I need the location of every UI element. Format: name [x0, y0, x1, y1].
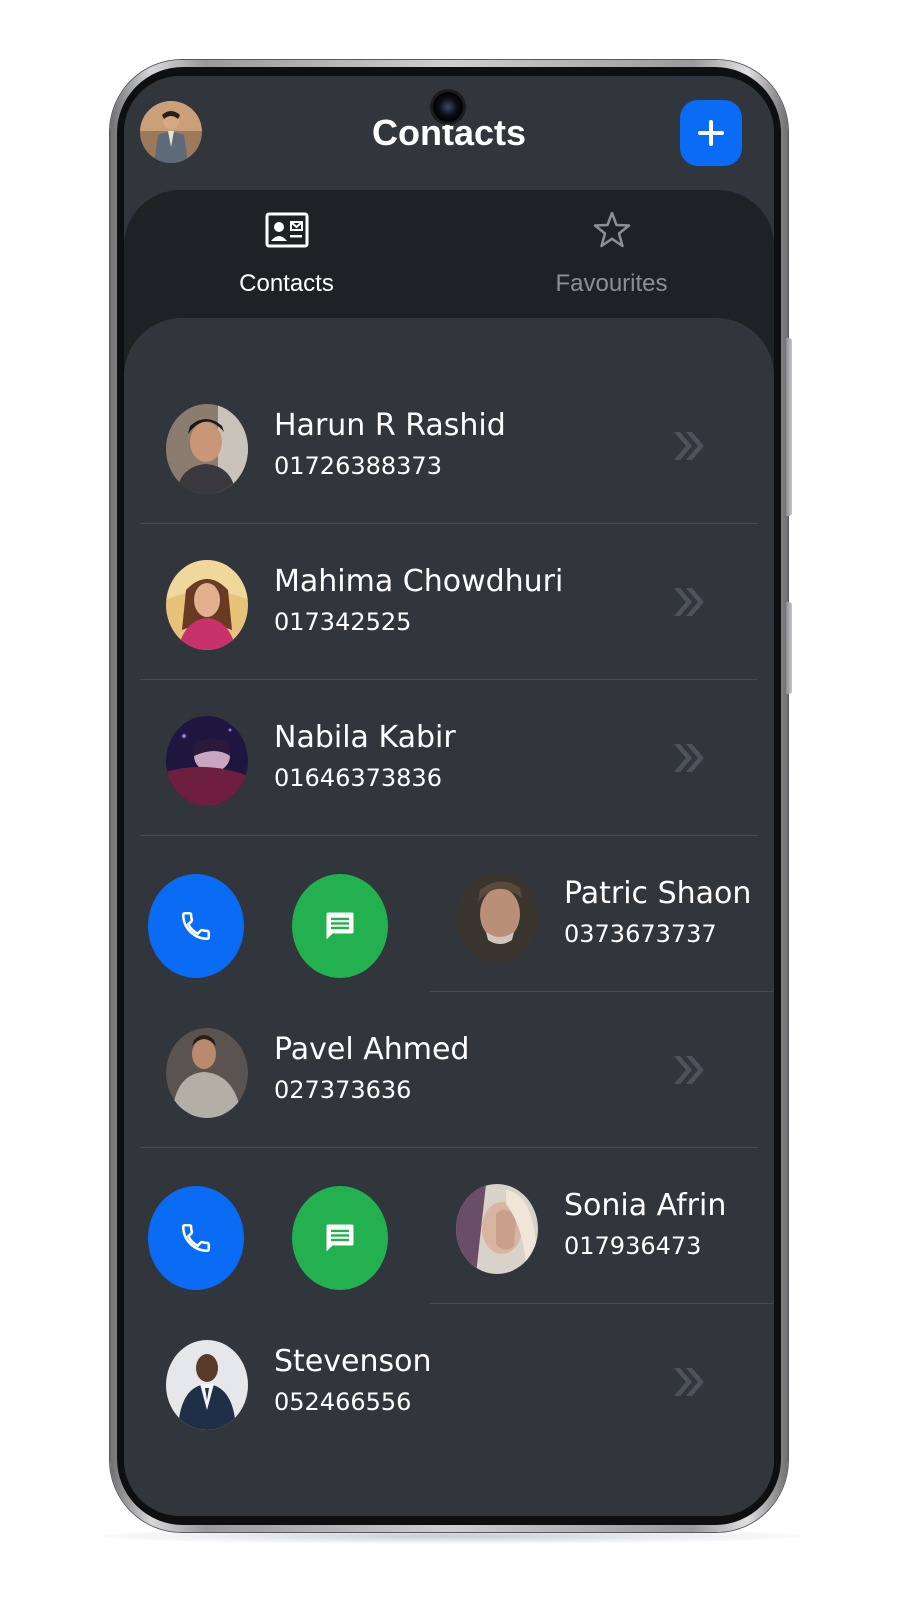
contact-name: Harun R Rashid	[274, 408, 506, 443]
contact-phone: 027373636	[274, 1076, 412, 1104]
contact-name: Patric Shaon	[564, 876, 752, 911]
contact-row[interactable]: Mahima Chowdhuri 017342525	[124, 524, 774, 680]
tab-favourites-label: Favourites	[555, 270, 668, 297]
swiped-contact-content[interactable]: Sonia Afrin 017936473	[414, 1148, 774, 1304]
contact-phone: 0373673737	[564, 920, 717, 948]
phone-icon	[181, 1223, 211, 1253]
plus-icon	[698, 120, 724, 146]
contact-list: Harun R Rashid 01726388373 Mahima Chowdh…	[124, 318, 774, 1516]
double-chevron-right-icon[interactable]	[672, 740, 706, 776]
message-button[interactable]	[292, 874, 388, 978]
contact-avatar	[456, 1184, 538, 1274]
power-button	[786, 338, 792, 516]
message-icon	[326, 1224, 354, 1252]
contact-phone: 017936473	[564, 1232, 702, 1260]
contact-row[interactable]: Nabila Kabir 01646373836	[124, 680, 774, 836]
contact-name: Mahima Chowdhuri	[274, 564, 564, 599]
contact-name: Nabila Kabir	[274, 720, 456, 755]
contact-phone: 01646373836	[274, 764, 442, 792]
contact-row[interactable]: Pavel Ahmed 027373636	[124, 992, 774, 1148]
contact-phone: 052466556	[274, 1388, 412, 1416]
contact-phone: 017342525	[274, 608, 412, 636]
message-button[interactable]	[292, 1186, 388, 1290]
contact-row-swiped[interactable]: Patric Shaon 0373673737	[124, 836, 774, 992]
add-contact-button[interactable]	[680, 100, 742, 166]
swiped-contact-content[interactable]: Patric Shaon 0373673737	[414, 836, 774, 992]
star-icon	[588, 210, 636, 250]
contact-avatar	[166, 716, 248, 806]
contact-avatar	[166, 404, 248, 494]
app-screen: Contacts Contacts Favourites Harun R Ras…	[124, 76, 774, 1516]
front-camera	[433, 92, 463, 122]
contact-row-swiped[interactable]: Sonia Afrin 017936473	[124, 1148, 774, 1304]
contact-name: Stevenson	[274, 1344, 432, 1379]
contact-card-icon	[263, 210, 311, 250]
contact-name: Sonia Afrin	[564, 1188, 727, 1223]
contact-avatar	[166, 1028, 248, 1118]
call-button[interactable]	[148, 874, 244, 978]
double-chevron-right-icon[interactable]	[672, 584, 706, 620]
contact-avatar	[166, 560, 248, 650]
contact-row[interactable]: Harun R Rashid 01726388373	[124, 368, 774, 524]
double-chevron-right-icon[interactable]	[672, 1364, 706, 1400]
call-button[interactable]	[148, 1186, 244, 1290]
double-chevron-right-icon[interactable]	[672, 1052, 706, 1088]
tab-favourites[interactable]: Favourites	[449, 190, 774, 320]
contact-name: Pavel Ahmed	[274, 1032, 470, 1067]
contact-avatar	[166, 1340, 248, 1430]
tab-contacts-label: Contacts	[239, 270, 334, 297]
phone-icon	[181, 911, 211, 941]
tab-contacts[interactable]: Contacts	[124, 190, 449, 320]
contact-phone: 01726388373	[274, 452, 442, 480]
message-icon	[326, 912, 354, 940]
contact-avatar	[456, 872, 538, 962]
contact-row[interactable]: Stevenson 052466556	[124, 1304, 774, 1460]
volume-button	[786, 602, 792, 694]
double-chevron-right-icon[interactable]	[672, 428, 706, 464]
